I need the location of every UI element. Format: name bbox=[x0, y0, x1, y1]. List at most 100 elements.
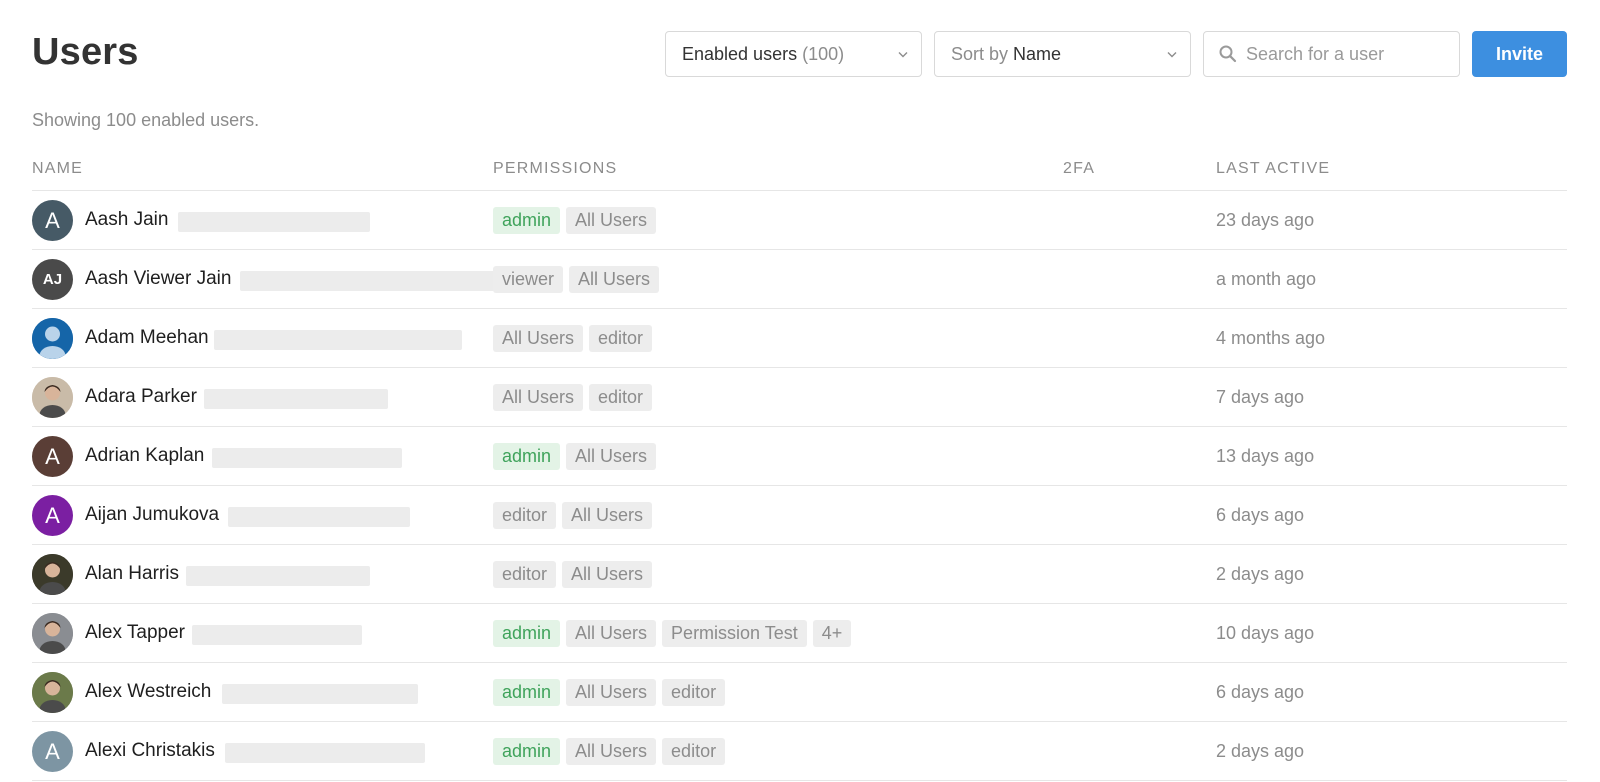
permission-tags: admin All Users Permission Test 4+ bbox=[493, 620, 852, 647]
search-box bbox=[1203, 31, 1460, 77]
avatar bbox=[32, 613, 73, 654]
user-name[interactable]: Alex Westreich bbox=[85, 681, 211, 703]
avatar: A bbox=[32, 436, 73, 477]
table-body: A Aash Jain admin All Users 23 days ago AJ Aas… bbox=[32, 191, 1567, 781]
permission-tags: admin All Users bbox=[493, 207, 657, 234]
permission-tags: viewer All Users bbox=[493, 266, 660, 293]
table-row[interactable]: Alex Westreich admin All Users editor 6 days… bbox=[32, 663, 1567, 722]
person-photo-icon bbox=[32, 613, 73, 654]
table-row[interactable]: Alan Harris editor All Users 2 days ago bbox=[32, 545, 1567, 604]
last-active: 4 months ago bbox=[1216, 328, 1326, 348]
last-active: 2 days ago bbox=[1216, 564, 1305, 584]
table-row[interactable]: A Aijan Jumukova editor All Users 6 days ago bbox=[32, 486, 1567, 545]
sort-select[interactable]: Sort by Name bbox=[934, 31, 1191, 77]
filter-label: Enabled users bbox=[682, 43, 798, 64]
user-name[interactable]: Adrian Kaplan bbox=[85, 445, 204, 467]
permission-tag: Permission Test bbox=[662, 620, 807, 647]
redacted-email bbox=[178, 212, 370, 232]
redacted-email bbox=[240, 271, 500, 291]
permission-tag: editor bbox=[662, 679, 726, 706]
user-name[interactable]: Alex Tapper bbox=[85, 622, 185, 644]
avatar-initials: AJ bbox=[42, 271, 63, 288]
redacted-email bbox=[186, 566, 370, 586]
search-icon bbox=[1219, 45, 1237, 63]
permission-tag: admin bbox=[493, 443, 561, 470]
user-name[interactable]: Alexi Christakis bbox=[85, 740, 215, 762]
column-header-permissions[interactable]: PERMISSIONS bbox=[493, 160, 617, 178]
invite-button[interactable]: Invite bbox=[1472, 31, 1567, 77]
permission-tag: editor bbox=[589, 384, 653, 411]
person-photo-icon bbox=[32, 554, 73, 595]
permission-tag: All Users bbox=[566, 620, 657, 647]
table-row[interactable]: AJ Aash Viewer Jain viewer All Users a month… bbox=[32, 250, 1567, 309]
permission-tags: admin All Users editor bbox=[493, 738, 726, 765]
permission-tags: editor All Users bbox=[493, 502, 653, 529]
permission-tag: editor bbox=[662, 738, 726, 765]
chevron-down-icon bbox=[1167, 52, 1177, 58]
users-table: NAME PERMISSIONS 2FA LAST ACTIVE A Aash J… bbox=[32, 146, 1567, 781]
redacted-email bbox=[222, 684, 418, 704]
table-row[interactable]: Adam Meehan All Users editor 4 months ago bbox=[32, 309, 1567, 368]
permission-tag: admin bbox=[493, 620, 561, 647]
permission-tag: editor bbox=[493, 561, 557, 588]
avatar: A bbox=[32, 200, 73, 241]
last-active: a month ago bbox=[1216, 269, 1317, 289]
permission-tag: All Users bbox=[569, 266, 660, 293]
table-row[interactable]: A Alexi Christakis admin All Users editor 2 d… bbox=[32, 722, 1567, 781]
redacted-email bbox=[212, 448, 402, 468]
table-row[interactable]: A Adrian Kaplan admin All Users 13 days ago bbox=[32, 427, 1567, 486]
avatar-initials: A bbox=[45, 738, 60, 764]
avatar-initials: A bbox=[45, 207, 60, 233]
page-title: Users bbox=[32, 31, 139, 73]
user-name[interactable]: Aash Jain bbox=[85, 209, 168, 231]
user-name[interactable]: Adara Parker bbox=[85, 386, 197, 408]
permission-tag: All Users bbox=[562, 502, 653, 529]
column-header-2fa[interactable]: 2FA bbox=[1063, 160, 1095, 178]
user-name[interactable]: Aash Viewer Jain bbox=[85, 268, 231, 290]
user-name[interactable]: Alan Harris bbox=[85, 563, 179, 585]
avatar bbox=[32, 554, 73, 595]
last-active: 13 days ago bbox=[1216, 446, 1315, 466]
permission-tag: viewer bbox=[493, 266, 564, 293]
permission-tags: admin All Users bbox=[493, 443, 657, 470]
last-active: 6 days ago bbox=[1216, 682, 1305, 702]
last-active: 6 days ago bbox=[1216, 505, 1305, 525]
table-row[interactable]: Alex Tapper admin All Users Permission Test… bbox=[32, 604, 1567, 663]
user-name[interactable]: Aijan Jumukova bbox=[85, 504, 219, 526]
permission-tag: admin bbox=[493, 679, 561, 706]
permission-tag: editor bbox=[493, 502, 557, 529]
avatar bbox=[32, 672, 73, 713]
filter-count: (100) bbox=[802, 43, 845, 64]
last-active: 10 days ago bbox=[1216, 623, 1315, 643]
users-summary: Showing 100 enabled users. bbox=[32, 110, 260, 130]
permission-tag: All Users bbox=[493, 384, 584, 411]
permission-tag: All Users bbox=[566, 443, 657, 470]
redacted-email bbox=[228, 507, 410, 527]
avatar bbox=[32, 318, 73, 359]
avatar-initials: A bbox=[45, 443, 60, 469]
more-permissions-badge[interactable]: 4+ bbox=[812, 620, 852, 647]
redacted-email bbox=[204, 389, 388, 409]
table-row[interactable]: A Aash Jain admin All Users 23 days ago bbox=[32, 191, 1567, 250]
user-filter-select[interactable]: Enabled users (100) bbox=[665, 31, 922, 77]
column-header-name[interactable]: NAME bbox=[32, 160, 83, 178]
user-name[interactable]: Adam Meehan bbox=[85, 327, 209, 349]
permission-tag: admin bbox=[493, 738, 561, 765]
default-person-icon bbox=[32, 318, 73, 359]
avatar: AJ bbox=[32, 259, 73, 300]
redacted-email bbox=[214, 330, 462, 350]
permission-tag: All Users bbox=[566, 207, 657, 234]
avatar: A bbox=[32, 731, 73, 772]
permission-tag: All Users bbox=[566, 738, 657, 765]
person-photo-icon bbox=[32, 377, 73, 418]
permission-tag: All Users bbox=[493, 325, 584, 352]
permission-tag: editor bbox=[589, 325, 653, 352]
permission-tags: admin All Users editor bbox=[493, 679, 726, 706]
search-input[interactable] bbox=[1246, 43, 1446, 65]
column-header-last-active[interactable]: LAST ACTIVE bbox=[1216, 160, 1330, 178]
permission-tags: All Users editor bbox=[493, 384, 653, 411]
table-row[interactable]: Adara Parker All Users editor 7 days ago bbox=[32, 368, 1567, 427]
avatar bbox=[32, 377, 73, 418]
last-active: 23 days ago bbox=[1216, 210, 1315, 230]
person-photo-icon bbox=[32, 672, 73, 713]
